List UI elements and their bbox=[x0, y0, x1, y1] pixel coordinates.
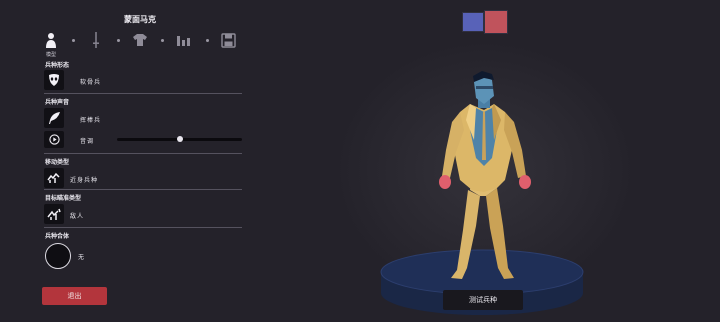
play-icon bbox=[48, 134, 60, 145]
pitch-label: 音调 bbox=[80, 138, 95, 145]
step-caption: 模型 bbox=[46, 52, 57, 58]
step-armor[interactable] bbox=[131, 30, 149, 50]
exit-button[interactable]: 退出 bbox=[42, 287, 107, 305]
stats-bars-icon bbox=[177, 36, 190, 46]
person-icon bbox=[46, 33, 56, 48]
movement-icon bbox=[47, 172, 60, 183]
step-dot bbox=[161, 39, 164, 42]
form-selector[interactable]: 软骨兵 bbox=[44, 70, 242, 92]
targeting-value: 敌人 bbox=[70, 213, 85, 220]
step-save[interactable] bbox=[219, 30, 237, 50]
blue-team-swatch[interactable] bbox=[462, 12, 484, 32]
form-value: 软骨兵 bbox=[80, 79, 102, 86]
step-dot bbox=[117, 39, 120, 42]
combine-slot[interactable] bbox=[45, 243, 71, 269]
targeting-label: 目标瞄准类型 bbox=[45, 195, 82, 202]
voice-icon-box bbox=[44, 108, 64, 128]
unit-name-title: 蒙面马克 bbox=[124, 15, 156, 24]
step-dot bbox=[206, 39, 209, 42]
movement-selector[interactable]: 近身兵种 bbox=[44, 168, 242, 190]
voice-label: 兵种声音 bbox=[45, 99, 70, 106]
save-icon bbox=[220, 32, 236, 48]
play-pitch-button[interactable] bbox=[44, 131, 64, 148]
feather-icon bbox=[49, 112, 60, 124]
red-team-swatch[interactable] bbox=[484, 10, 508, 34]
form-icon-box bbox=[44, 70, 64, 90]
step-stats[interactable] bbox=[175, 30, 193, 50]
step-weapon[interactable] bbox=[87, 30, 105, 50]
stage-glow bbox=[335, 40, 635, 300]
divider bbox=[44, 93, 242, 94]
voice-selector[interactable]: 挥棒兵 bbox=[44, 108, 242, 130]
mask-icon bbox=[49, 74, 59, 86]
step-dot bbox=[72, 39, 75, 42]
targeting-icon-box bbox=[44, 204, 64, 224]
movement-label: 移动类型 bbox=[45, 159, 70, 166]
divider bbox=[44, 189, 242, 190]
combine-label: 兵种合体 bbox=[45, 233, 70, 240]
divider bbox=[44, 153, 242, 154]
voice-value: 挥棒兵 bbox=[80, 117, 102, 124]
combine-value: 无 bbox=[78, 254, 85, 261]
targeting-selector[interactable]: 敌人 bbox=[44, 204, 242, 226]
editor-steps bbox=[40, 30, 245, 52]
form-label: 兵种形态 bbox=[45, 62, 70, 69]
movement-icon-box bbox=[44, 168, 64, 188]
divider bbox=[44, 227, 242, 228]
unit-model bbox=[439, 71, 531, 279]
pitch-slider-handle[interactable] bbox=[176, 136, 183, 142]
target-icon bbox=[47, 208, 61, 220]
movement-value: 近身兵种 bbox=[70, 177, 99, 184]
test-unit-button[interactable]: 测试兵种 bbox=[443, 290, 523, 310]
shirt-icon bbox=[133, 34, 147, 46]
step-model[interactable] bbox=[42, 30, 60, 50]
sword-icon bbox=[93, 32, 99, 48]
